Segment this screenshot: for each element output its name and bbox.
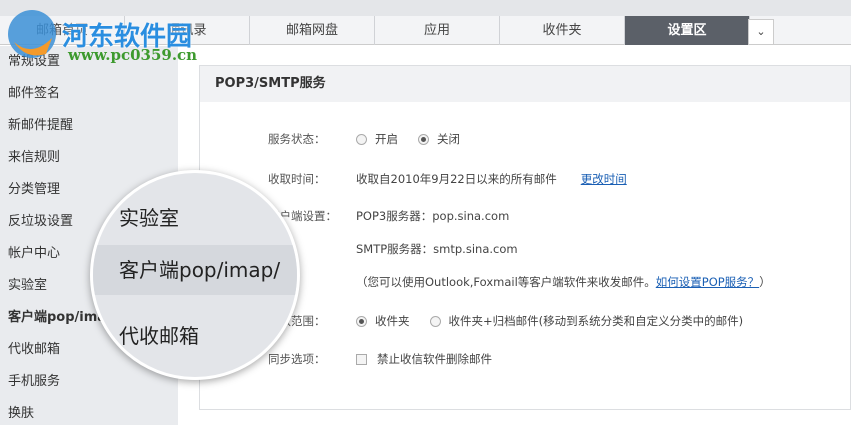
radio-off[interactable]: 关闭 [418,131,460,147]
sidebar-item-notify[interactable]: 新邮件提醒 [0,110,178,142]
fetch-time-label: 收取时间： [268,172,326,186]
radio-inbox-label: 收件夹 [375,314,410,328]
mag-item-lab: 实验室 [119,206,179,230]
radio-inbox-archive-label: 收件夹+归档邮件(移动到系统分类和自定义分类中的邮件) [448,314,744,328]
watermark-logo-icon [8,10,56,58]
radio-off-label: 关闭 [437,132,460,146]
sidebar-item-signature[interactable]: 邮件签名 [0,78,178,110]
mag-item-pop-imap: 客户端pop/imap/ [93,245,297,295]
radio-on-label: 开启 [375,132,398,146]
radio-inbox[interactable]: 收件夹 [356,313,410,329]
client-note: （您可以使用Outlook,Foxmail等客户端软件来收发邮件。 [356,275,656,289]
magnifier-overlay: 实验室 客户端pop/imap/ 代收邮箱 [90,170,300,380]
tab-netdisk[interactable]: 邮箱网盘 [250,16,375,45]
tab-settings[interactable]: 设置区 [625,16,750,45]
tab-inbox[interactable]: 收件夹 [500,16,625,45]
radio-inbox-archive[interactable]: 收件夹+归档邮件(移动到系统分类和自定义分类中的邮件) [429,313,744,329]
no-delete-checkbox[interactable]: 禁止收信软件删除邮件 [356,351,492,367]
no-delete-label: 禁止收信软件删除邮件 [377,352,492,366]
client-note-end: ） [759,275,771,289]
change-time-link[interactable]: 更改时间 [581,171,627,187]
chevron-down-icon[interactable]: ⌄ [748,19,774,45]
pop3-server: POP3服务器：pop.sina.com [356,209,510,223]
sidebar-item-skin[interactable]: 换肤 [0,398,178,430]
radio-on[interactable]: 开启 [356,131,398,147]
smtp-server: SMTP服务器：smtp.sina.com [356,242,518,256]
service-status-label: 服务状态： [268,132,326,146]
fetch-time-value: 收取自2010年9月22日以来的所有邮件 [356,172,557,186]
how-to-pop-link[interactable]: 如何设置POP服务？ [656,274,759,290]
mag-item-fetch: 代收邮箱 [119,324,199,348]
sidebar-item-rules[interactable]: 来信规则 [0,142,178,174]
watermark-url: www.pc0359.cn [68,46,198,64]
panel-title: POP3/SMTP服务 [200,66,850,102]
tab-apps[interactable]: 应用 [375,16,500,45]
